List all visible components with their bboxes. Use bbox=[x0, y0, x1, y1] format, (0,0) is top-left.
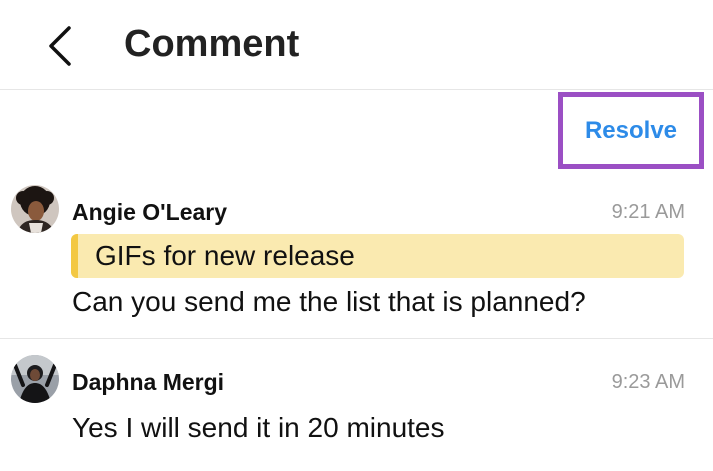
comment-timestamp: 9:23 AM bbox=[611, 371, 685, 393]
comment-body: Can you send me the list that is planned… bbox=[72, 286, 586, 317]
comment-author: Daphna Mergi bbox=[72, 369, 225, 395]
comment-author: Angie O'Leary bbox=[72, 199, 228, 225]
comment-body: Yes I will send it in 20 minutes bbox=[72, 412, 445, 443]
comment-item: Angie O'Leary 9:21 AM GIFs for new relea… bbox=[0, 180, 713, 339]
resolve-button[interactable]: Resolve bbox=[563, 97, 699, 164]
chevron-left-icon bbox=[40, 22, 80, 66]
comment-item: Daphna Mergi 9:23 AM Yes I will send it … bbox=[0, 350, 713, 460]
resolve-highlight: Resolve bbox=[558, 92, 704, 169]
avatar[interactable] bbox=[11, 185, 59, 233]
quote-label: GIFs for new release bbox=[95, 240, 355, 271]
comment-timestamp: 9:21 AM bbox=[611, 201, 685, 223]
avatar[interactable] bbox=[11, 355, 59, 403]
quote-bar bbox=[71, 234, 78, 278]
comment-screen: Comment Resolve Angie O'Leary 9:21 AM GI… bbox=[0, 0, 713, 471]
header: Comment bbox=[0, 0, 713, 90]
back-button[interactable] bbox=[40, 22, 80, 66]
page-title: Comment bbox=[124, 23, 300, 65]
quoted-text: GIFs for new release bbox=[71, 234, 684, 278]
